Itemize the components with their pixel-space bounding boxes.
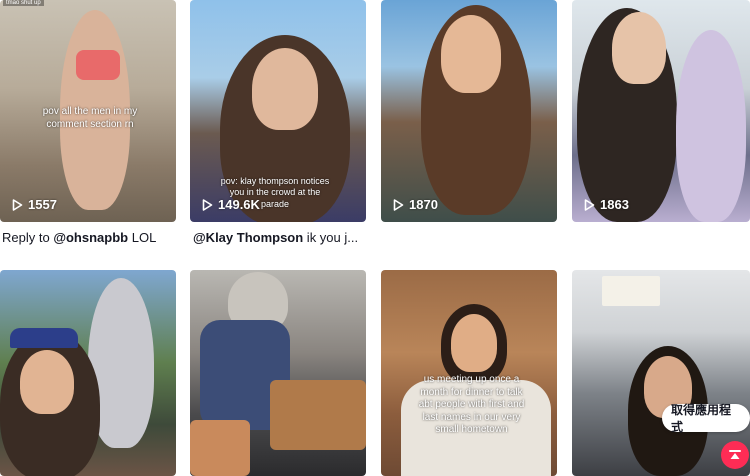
video-card[interactable]: us meeting up once a month for dinner to…	[381, 270, 557, 476]
back-to-top-button[interactable]	[721, 441, 749, 469]
video-card[interactable]	[190, 270, 366, 476]
play-icon	[393, 198, 404, 211]
view-count: 149.6K	[202, 197, 260, 212]
view-count-value: 1863	[600, 197, 629, 212]
mention-link[interactable]: @ohsnapbb	[53, 230, 128, 245]
view-count-value: 1557	[28, 197, 57, 212]
video-description: Reply to @ohsnapbb LOL	[2, 230, 156, 245]
view-count: 1863	[584, 197, 629, 212]
get-app-button[interactable]: 取得應用程式	[662, 403, 750, 434]
thumbnail-image	[20, 350, 74, 414]
thumbnail-image	[441, 15, 501, 93]
play-icon	[202, 198, 213, 211]
thumbnail-image	[451, 314, 497, 372]
video-card[interactable]: 1870	[381, 0, 557, 222]
thumbnail-image	[76, 50, 120, 80]
video-description: @Klay Thompson ik you j...	[193, 230, 358, 245]
view-count-value: 1870	[409, 197, 438, 212]
video-card[interactable]	[0, 270, 176, 476]
video-card[interactable]: pov: klay thompson notices you in the cr…	[190, 0, 366, 222]
view-count: 1557	[12, 197, 57, 212]
thumbnail-image	[612, 12, 666, 84]
thumbnail-image	[10, 328, 78, 348]
video-grid: tmao shut up pov all the men in my comme…	[0, 0, 750, 476]
mention-link[interactable]: @Klay Thompson	[193, 230, 303, 245]
view-count: 1870	[393, 197, 438, 212]
thumbnail-image	[190, 420, 250, 476]
thumbnail-image	[270, 380, 366, 450]
description-text: LOL	[128, 230, 157, 245]
video-card[interactable]: 1863	[572, 0, 750, 222]
top-tag: tmao shut up	[3, 0, 44, 6]
play-icon	[12, 198, 23, 211]
description-prefix: Reply to	[2, 230, 54, 245]
thumbnail-image	[252, 48, 318, 130]
play-icon	[584, 198, 595, 211]
thumbnail-image	[676, 30, 746, 222]
thumbnail-image	[602, 276, 660, 306]
description-text: ik you j...	[303, 230, 359, 245]
video-caption-overlay: pov all the men in my comment section rn	[42, 106, 138, 130]
arrow-up-icon	[729, 450, 741, 459]
video-caption-overlay: us meeting up once a month for dinner to…	[418, 374, 525, 435]
video-card[interactable]: tmao shut up pov all the men in my comme…	[0, 0, 176, 222]
view-count-value: 149.6K	[218, 197, 260, 212]
